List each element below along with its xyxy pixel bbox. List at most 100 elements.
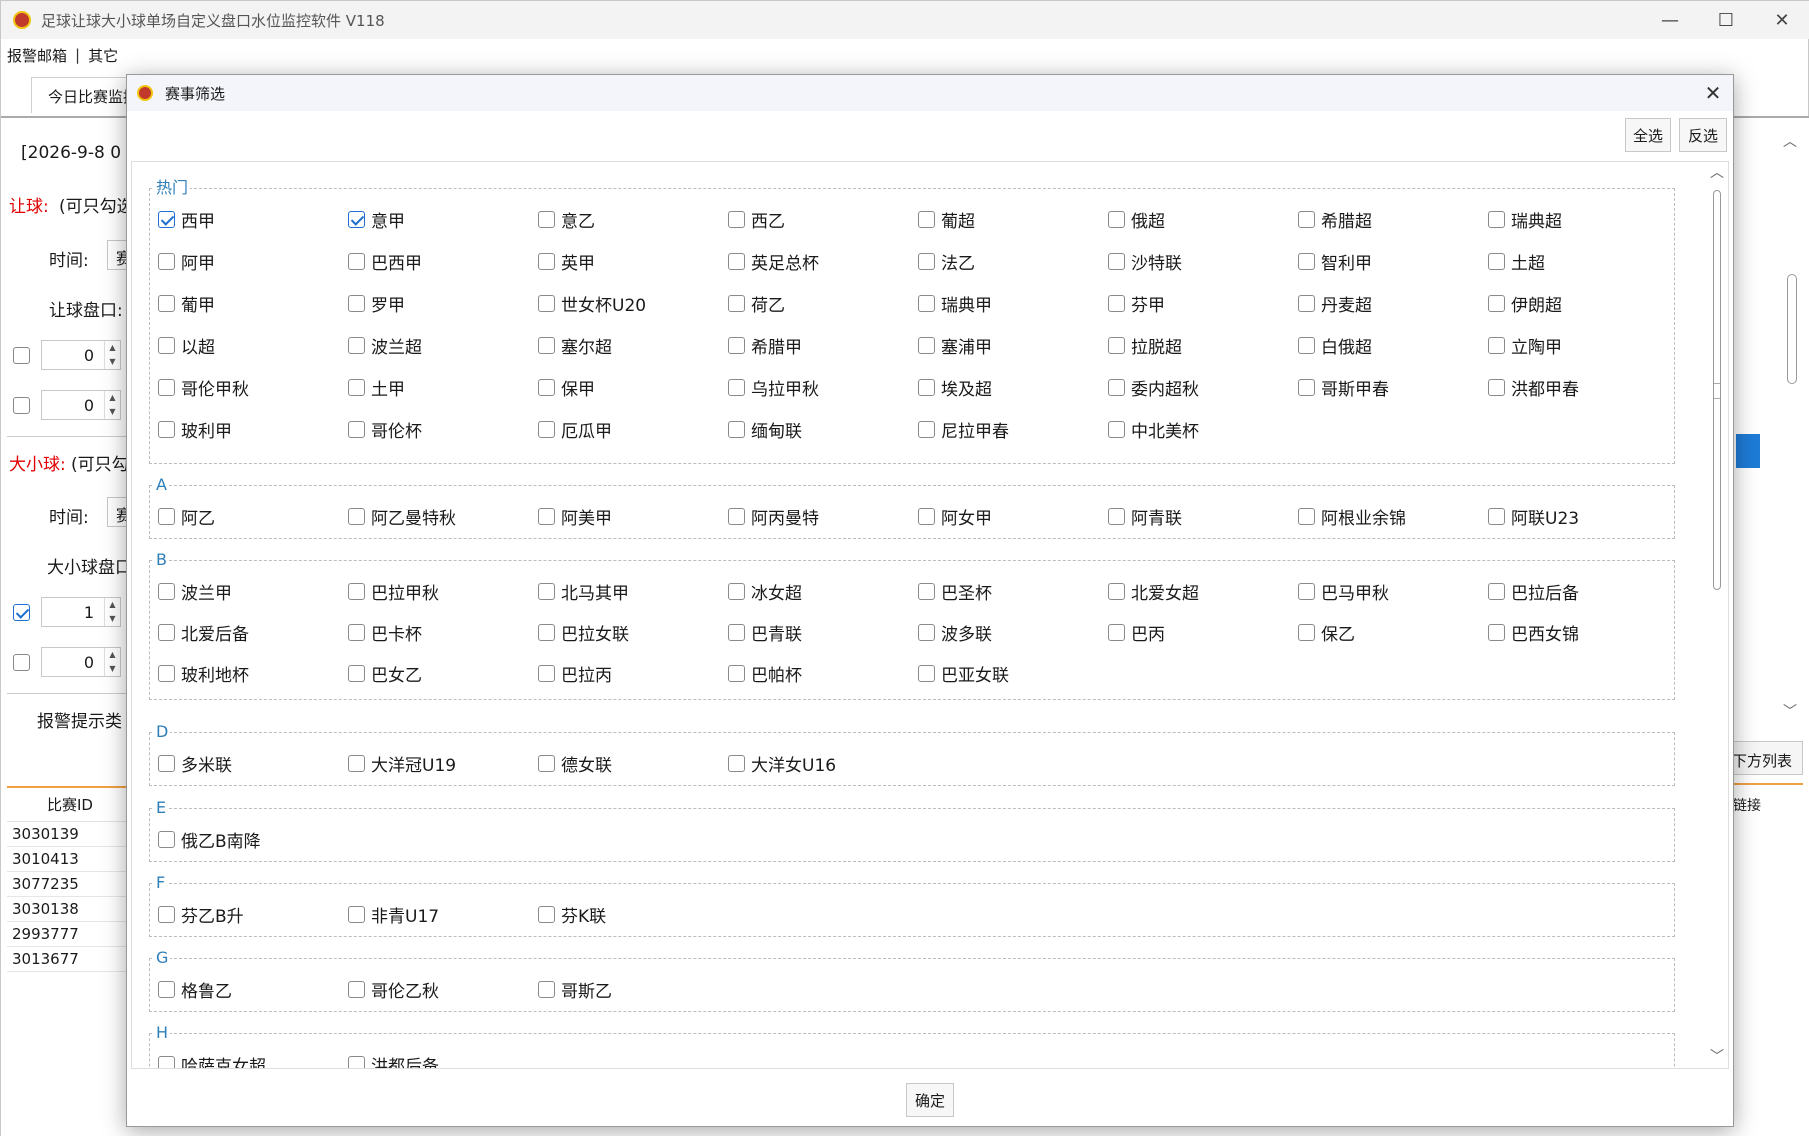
checkbox-unchecked-icon[interactable] <box>728 582 745 600</box>
league-checkbox-item[interactable]: 哥伦甲秋 <box>158 375 249 400</box>
league-checkbox-item[interactable]: 多米联 <box>158 751 232 776</box>
table-row[interactable]: 3077235 <box>7 872 133 897</box>
checkbox-unchecked-icon[interactable] <box>538 623 555 641</box>
overunder-row2-input[interactable]: 0 ▲ ▼ <box>41 647 121 677</box>
league-checkbox-item[interactable]: 法乙 <box>918 249 975 274</box>
league-checkbox-item[interactable]: 白俄超 <box>1298 333 1372 358</box>
league-checkbox-item[interactable]: 英足总杯 <box>728 249 819 274</box>
league-checkbox-item[interactable]: 中北美杯 <box>1108 417 1199 442</box>
checkbox-unchecked-icon[interactable] <box>1108 582 1125 600</box>
league-checkbox-item[interactable]: 荷乙 <box>728 291 785 316</box>
checkbox-unchecked-icon[interactable] <box>1108 507 1125 525</box>
checkbox-unchecked-icon[interactable] <box>538 252 555 270</box>
checkbox-unchecked-icon[interactable] <box>728 754 745 772</box>
league-checkbox-item[interactable]: 以超 <box>158 333 215 358</box>
checkbox-unchecked-icon[interactable] <box>348 664 365 682</box>
scroll-up-icon[interactable]: ︿ <box>1706 162 1728 184</box>
spin-arrows-icon[interactable]: ▲ ▼ <box>104 598 120 626</box>
checkbox-unchecked-icon[interactable] <box>348 420 365 438</box>
league-checkbox-item[interactable]: 葡甲 <box>158 291 215 316</box>
checkbox-unchecked-icon[interactable] <box>158 1055 175 1068</box>
league-checkbox-item[interactable]: 俄超 <box>1108 207 1165 232</box>
league-list-area[interactable]: 热门 西甲 意甲 意乙 西乙 葡超 俄超 希腊超 瑞典超 阿甲 巴西甲 英甲 英足总杯 法乙 沙特联 智利甲土… <box>131 161 1729 1069</box>
close-button[interactable]: ✕ <box>1754 1 1809 39</box>
checkbox-unchecked-icon[interactable] <box>158 905 175 923</box>
league-checkbox-item[interactable]: 土超 <box>1488 249 1545 274</box>
blue-action-button[interactable] <box>1736 434 1760 468</box>
league-checkbox-item[interactable]: 芬K联 <box>538 902 606 927</box>
league-checkbox-item[interactable]: 哥斯乙 <box>538 977 612 1002</box>
league-checkbox-item[interactable]: 智利甲 <box>1298 249 1372 274</box>
league-checkbox-item[interactable]: 西甲 <box>158 207 215 232</box>
checkbox-unchecked-icon[interactable] <box>1298 378 1315 396</box>
league-checkbox-item[interactable]: 巴拉甲秋 <box>348 579 439 604</box>
right-scrollbar-thumb[interactable] <box>1787 274 1797 384</box>
league-checkbox-item[interactable]: 洪都甲春 <box>1488 375 1579 400</box>
checkbox-unchecked-icon[interactable] <box>538 754 555 772</box>
checkbox-unchecked-icon[interactable] <box>538 336 555 354</box>
checkbox-unchecked-icon[interactable] <box>348 336 365 354</box>
minimize-button[interactable]: — <box>1642 1 1698 39</box>
checkbox-unchecked-icon[interactable] <box>158 582 175 600</box>
checkbox-unchecked-icon[interactable] <box>1298 294 1315 312</box>
checkbox-unchecked-icon[interactable] <box>538 664 555 682</box>
checkbox-unchecked-icon[interactable] <box>728 252 745 270</box>
table-row[interactable]: 3013677 <box>7 947 133 972</box>
league-checkbox-item[interactable]: 波多联 <box>918 620 992 645</box>
league-checkbox-item[interactable]: 希腊甲 <box>728 333 802 358</box>
checkbox-unchecked-icon[interactable] <box>1298 582 1315 600</box>
league-checkbox-item[interactable]: 土甲 <box>348 375 405 400</box>
league-checkbox-item[interactable]: 北爱后备 <box>158 620 249 645</box>
checkbox-unchecked-icon[interactable] <box>1108 420 1125 438</box>
checkbox-unchecked-icon[interactable] <box>1108 210 1125 228</box>
league-checkbox-item[interactable]: 保乙 <box>1298 620 1355 645</box>
league-checkbox-item[interactable]: 瑞典超 <box>1488 207 1562 232</box>
checkbox-unchecked-icon[interactable] <box>538 582 555 600</box>
checkbox-unchecked-icon[interactable] <box>538 507 555 525</box>
handicap-row1-input[interactable]: 0 ▲ ▼ <box>41 340 121 370</box>
league-checkbox-item[interactable]: 洪都后备 <box>348 1052 439 1068</box>
checkbox-unchecked-icon[interactable] <box>348 1055 365 1068</box>
league-checkbox-item[interactable]: 阿乙曼特秋 <box>348 504 456 529</box>
league-checkbox-item[interactable]: 巴青联 <box>728 620 802 645</box>
league-checkbox-item[interactable]: 罗甲 <box>348 291 405 316</box>
dialog-scrollbar[interactable]: ︿ ﹀ <box>1706 162 1728 1068</box>
league-checkbox-item[interactable]: 玻利地杯 <box>158 661 249 686</box>
maximize-button[interactable]: ☐ <box>1698 1 1754 39</box>
checkbox-unchecked-icon[interactable] <box>158 336 175 354</box>
scrollbar-thumb[interactable] <box>1713 190 1721 590</box>
checkbox-unchecked-icon[interactable] <box>348 582 365 600</box>
league-checkbox-item[interactable]: 格鲁乙 <box>158 977 232 1002</box>
checkbox-unchecked-icon[interactable] <box>728 294 745 312</box>
checkbox-unchecked-icon[interactable] <box>1108 623 1125 641</box>
checkbox-unchecked-icon[interactable] <box>918 378 935 396</box>
league-checkbox-item[interactable]: 芬乙B升 <box>158 902 244 927</box>
league-checkbox-item[interactable]: 委内超秋 <box>1108 375 1199 400</box>
league-checkbox-item[interactable]: 阿根业余锦 <box>1298 504 1406 529</box>
checkbox-checked-icon[interactable] <box>348 210 365 228</box>
checkbox-unchecked-icon[interactable] <box>538 294 555 312</box>
league-checkbox-item[interactable]: 伊朗超 <box>1488 291 1562 316</box>
league-checkbox-item[interactable]: 巴拉后备 <box>1488 579 1579 604</box>
league-checkbox-item[interactable]: 意乙 <box>538 207 595 232</box>
overunder-row1-checkbox[interactable] <box>13 604 30 621</box>
checkbox-unchecked-icon[interactable] <box>348 980 365 998</box>
handicap-row2-input[interactable]: 0 ▲ ▼ <box>41 390 121 420</box>
checkbox-unchecked-icon[interactable] <box>158 664 175 682</box>
league-checkbox-item[interactable]: 埃及超 <box>918 375 992 400</box>
checkbox-unchecked-icon[interactable] <box>1108 378 1125 396</box>
checkbox-unchecked-icon[interactable] <box>918 252 935 270</box>
dialog-close-button[interactable]: ✕ <box>1693 75 1733 111</box>
checkbox-unchecked-icon[interactable] <box>1298 507 1315 525</box>
league-checkbox-item[interactable]: 丹麦超 <box>1298 291 1372 316</box>
league-checkbox-item[interactable]: 阿联U23 <box>1488 504 1579 529</box>
league-checkbox-item[interactable]: 哈萨克女超 <box>158 1052 266 1068</box>
league-checkbox-item[interactable]: 阿乙 <box>158 504 215 529</box>
league-checkbox-item[interactable]: 塞尔超 <box>538 333 612 358</box>
checkbox-unchecked-icon[interactable] <box>728 336 745 354</box>
checkbox-unchecked-icon[interactable] <box>1488 294 1505 312</box>
league-checkbox-item[interactable]: 希腊超 <box>1298 207 1372 232</box>
league-checkbox-item[interactable]: 阿青联 <box>1108 504 1182 529</box>
checkbox-unchecked-icon[interactable] <box>158 754 175 772</box>
checkbox-unchecked-icon[interactable] <box>158 252 175 270</box>
